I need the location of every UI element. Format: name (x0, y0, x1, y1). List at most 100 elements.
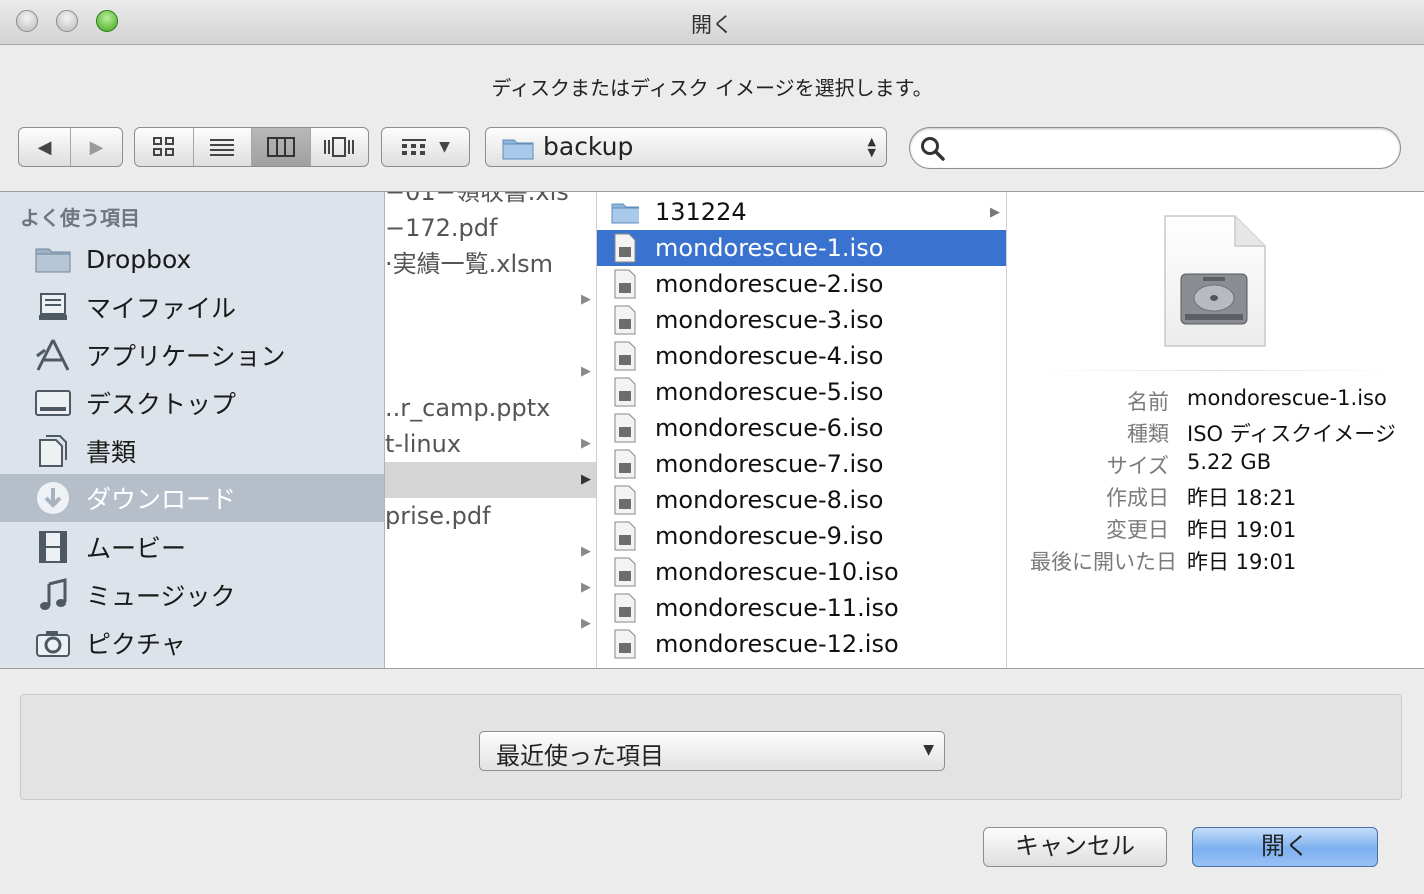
view-mode-control (134, 127, 369, 167)
cover-flow-view-button[interactable] (311, 128, 369, 166)
back-arrow-icon: ◀ (37, 136, 52, 158)
list-item[interactable]: t-linux ▶ (385, 426, 596, 462)
forward-arrow-icon: ▶ (89, 136, 104, 158)
chevron-down-icon: ▼ (439, 139, 450, 155)
list-item-iso[interactable]: mondorescue-5.iso (597, 374, 1006, 410)
cancel-button[interactable]: キャンセル (983, 827, 1167, 867)
disk-image-icon (611, 557, 639, 587)
sidebar: よく使う項目 Dropbox マイファイル アプリケーション デスクトップ 書類 (0, 192, 385, 668)
music-icon (34, 578, 72, 612)
list-item[interactable]: −01−領収書.xls (385, 192, 596, 210)
disclosure-arrow-icon: ▶ (581, 580, 591, 595)
disk-image-icon (611, 629, 639, 659)
arrange-grid-icon (402, 139, 427, 155)
search-field[interactable] (909, 127, 1401, 169)
list-item[interactable]: ·実績一覧.xlsm (385, 246, 596, 282)
movies-icon (34, 530, 72, 564)
disk-image-icon (611, 233, 639, 263)
back-button[interactable]: ◀ (19, 128, 71, 166)
info-row-size: サイズ 5.22 GB (1106, 450, 1272, 478)
window-title: 開く (691, 13, 733, 37)
sidebar-item-pictures[interactable]: ピクチャ (0, 620, 384, 666)
open-dialog-window: 開く ディスクまたはディスク イメージを選択します。 ◀ ▶ ▼ backup … (0, 0, 1424, 894)
disk-image-icon (611, 485, 639, 515)
list-item-iso[interactable]: mondorescue-11.iso (597, 590, 1006, 626)
list-item[interactable]: prise.pdf (385, 498, 596, 534)
filter-popup[interactable]: 最近使った項目 ▼ (479, 731, 945, 771)
list-item[interactable]: ▶ (385, 606, 596, 642)
location-label: backup (543, 132, 634, 161)
disclosure-arrow-icon: ▶ (581, 544, 591, 559)
disk-image-icon (611, 413, 639, 443)
list-item[interactable]: ▶ (385, 354, 596, 390)
forward-button[interactable]: ▶ (71, 128, 122, 166)
list-item-iso[interactable]: mondorescue-6.iso (597, 410, 1006, 446)
sidebar-item-documents[interactable]: 書類 (0, 428, 384, 474)
camera-icon (34, 626, 72, 660)
disclosure-arrow-icon: ▶ (581, 292, 591, 307)
list-item-iso-selected[interactable]: mondorescue-1.iso (597, 230, 1006, 266)
disclosure-arrow-icon: ▶ (581, 472, 591, 487)
downloads-icon (34, 481, 72, 515)
sidebar-item-applications[interactable]: アプリケーション (0, 332, 384, 378)
info-row-created: 作成日 昨日 18:21 (1106, 486, 1297, 510)
list-item-iso[interactable]: mondorescue-10.iso (597, 554, 1006, 590)
list-view-button[interactable] (194, 128, 252, 166)
icon-view-button[interactable] (135, 128, 194, 166)
title-bar: 開く (0, 0, 1424, 45)
sidebar-item-desktop[interactable]: デスクトップ (0, 380, 384, 426)
disk-image-icon (611, 341, 639, 371)
sidebar-item-movies[interactable]: ムービー (0, 524, 384, 570)
disclosure-arrow-icon: ▶ (581, 364, 591, 379)
desktop-icon (34, 386, 72, 420)
info-row-modified: 変更日 昨日 19:01 (1106, 518, 1297, 542)
list-item[interactable]: ▶ (385, 282, 596, 318)
updown-arrows-icon: ▲ ▼ (867, 135, 876, 159)
list-item-iso[interactable]: mondorescue-4.iso (597, 338, 1006, 374)
list-item[interactable]: ▶ (385, 570, 596, 606)
disclosure-arrow-icon: ▶ (990, 205, 1000, 220)
list-item-iso[interactable]: mondorescue-2.iso (597, 266, 1006, 302)
info-row-kind: 種類 ISO ディスクイメージ (1127, 422, 1396, 446)
list-item-selected-backup[interactable]: ▶ (385, 462, 596, 498)
list-item-iso[interactable]: mondorescue-7.iso (597, 446, 1006, 482)
disk-image-icon (611, 377, 639, 407)
list-item-iso[interactable]: mondorescue-9.iso (597, 518, 1006, 554)
location-popup[interactable]: backup ▲ ▼ (485, 127, 887, 167)
list-item[interactable]: ..r_camp.pptx (385, 390, 596, 426)
sidebar-item-downloads[interactable]: ダウンロード (0, 474, 384, 522)
documents-icon (34, 434, 72, 468)
all-files-icon (34, 290, 72, 324)
cover-flow-icon (324, 137, 355, 157)
info-row-name: 名前 mondorescue-1.iso (1127, 386, 1387, 414)
folder-icon (502, 139, 534, 160)
column-view-button[interactable] (252, 128, 311, 166)
folder-icon (34, 242, 72, 276)
search-icon (921, 137, 945, 161)
open-button[interactable]: 開く (1192, 827, 1378, 867)
filter-label: 最近使った項目 (496, 742, 664, 770)
preview-separator (1039, 370, 1399, 371)
column-view-icon (266, 137, 295, 157)
sidebar-item-dropbox[interactable]: Dropbox (0, 236, 384, 282)
disk-image-icon (611, 521, 639, 551)
list-item[interactable]: −172.pdf (385, 210, 596, 246)
sidebar-section-favorites: よく使う項目 (20, 206, 140, 230)
disk-image-icon (611, 593, 639, 623)
list-item-iso[interactable]: mondorescue-8.iso (597, 482, 1006, 518)
list-item[interactable]: ▶ (385, 534, 596, 570)
list-item-folder[interactable]: 131224 ▶ (597, 194, 1006, 230)
info-row-last-opened: 最後に開いた日 昨日 19:01 (1030, 550, 1297, 574)
list-item-iso[interactable]: mondorescue-3.iso (597, 302, 1006, 338)
preview-pane: 名前 mondorescue-1.iso 種類 ISO ディスクイメージ サイズ… (1007, 192, 1424, 668)
sidebar-item-music[interactable]: ミュージック (0, 572, 384, 618)
arrange-menu-button[interactable]: ▼ (381, 127, 470, 167)
disclosure-arrow-icon: ▶ (581, 616, 591, 631)
list-item-iso[interactable]: mondorescue-12.iso (597, 626, 1006, 662)
chevron-down-icon: ▼ (923, 742, 934, 758)
list-item[interactable] (385, 318, 596, 354)
backup-column: 131224 ▶ mondorescue-1.iso mondorescue-2… (597, 192, 1007, 668)
sidebar-item-all-my-files[interactable]: マイファイル (0, 284, 384, 330)
list-view-icon (210, 139, 235, 156)
dialog-prompt: ディスクまたはディスク イメージを選択します。 (491, 76, 933, 100)
